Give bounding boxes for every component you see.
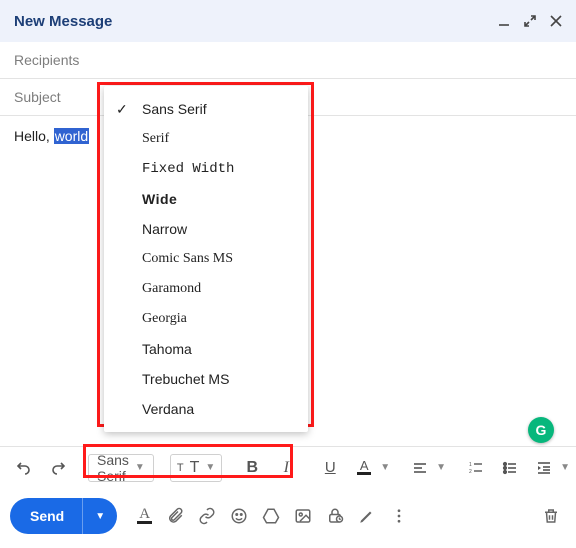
numbered-list-button[interactable]: 12	[462, 454, 490, 482]
font-option-label: Narrow	[142, 221, 187, 237]
font-option-label: Serif	[142, 131, 169, 147]
close-icon[interactable]	[550, 15, 562, 27]
chevron-down-icon: ▼	[205, 462, 215, 473]
font-option-label: Comic Sans MS	[142, 251, 233, 267]
font-option-label: Verdana	[142, 401, 194, 417]
drive-icon[interactable]	[262, 507, 280, 525]
font-option[interactable]: Verdana	[104, 394, 308, 424]
image-icon[interactable]	[294, 507, 312, 525]
pen-icon[interactable]	[358, 507, 376, 525]
compose-header: New Message	[0, 0, 576, 42]
expand-icon[interactable]	[524, 15, 536, 27]
compose-actions: A	[137, 507, 408, 525]
send-toolbar: Send ▼ A	[0, 488, 576, 544]
font-option-label: Wide	[142, 191, 177, 207]
redo-button[interactable]	[44, 454, 72, 482]
font-option[interactable]: Garamond	[104, 274, 308, 304]
send-button-main[interactable]: Send	[10, 498, 82, 534]
body-text: Hello,	[14, 128, 54, 144]
font-option-label: Sans Serif	[142, 101, 207, 117]
size-small-icon: T	[177, 462, 184, 474]
confidential-icon[interactable]	[326, 507, 344, 525]
font-option[interactable]: Wide	[104, 184, 308, 214]
subject-placeholder: Subject	[14, 89, 61, 105]
text-color-button[interactable]: A	[350, 454, 378, 482]
font-option[interactable]: Comic Sans MS	[104, 244, 308, 274]
font-option-label: Trebuchet MS	[142, 371, 229, 387]
indent-button[interactable]	[530, 454, 558, 482]
recipients-field[interactable]: Recipients	[0, 42, 576, 79]
formatting-toolbar: Sans Serif ▼ T T ▼ B I U A ▼ ▼ 12 ▼	[0, 446, 576, 488]
header-actions	[498, 15, 562, 27]
font-option-label: Georgia	[142, 311, 187, 327]
minimize-icon[interactable]	[498, 15, 510, 27]
font-option[interactable]: ✓ Sans Serif	[104, 94, 308, 124]
bold-button[interactable]: B	[238, 454, 266, 482]
check-icon: ✓	[116, 101, 132, 118]
font-option[interactable]: Trebuchet MS	[104, 364, 308, 394]
body-selection: world	[54, 128, 89, 144]
recipients-placeholder: Recipients	[14, 52, 79, 68]
discard-icon[interactable]	[542, 507, 560, 525]
undo-button[interactable]	[10, 454, 38, 482]
compose-title: New Message	[14, 13, 112, 30]
font-option[interactable]: Tahoma	[104, 334, 308, 364]
underline-button[interactable]: U	[316, 454, 344, 482]
send-button[interactable]: Send ▼	[10, 498, 117, 534]
font-option-label: Tahoma	[142, 341, 192, 357]
svg-text:1: 1	[469, 462, 472, 468]
more-icon[interactable]	[390, 507, 408, 525]
font-family-select[interactable]: Sans Serif ▼	[88, 454, 154, 482]
emoji-icon[interactable]	[230, 507, 248, 525]
size-large-icon: T	[190, 459, 200, 477]
italic-button[interactable]: I	[272, 454, 300, 482]
align-button[interactable]	[406, 454, 434, 482]
bulleted-list-button[interactable]	[496, 454, 524, 482]
font-family-menu[interactable]: ✓ Sans Serif Serif Fixed Width Wide Narrow Com…	[104, 86, 308, 432]
font-option[interactable]: Georgia	[104, 304, 308, 334]
font-option[interactable]: Fixed Width	[104, 154, 308, 184]
chevron-down-icon[interactable]: ▼	[380, 462, 390, 473]
chevron-down-icon[interactable]: ▼	[560, 462, 570, 473]
font-option-label: Fixed Width	[142, 161, 234, 177]
svg-text:2: 2	[469, 469, 472, 475]
font-size-select[interactable]: T T ▼	[170, 454, 222, 482]
formatting-toggle-button[interactable]: A	[137, 508, 152, 524]
chevron-down-icon[interactable]: ▼	[436, 462, 446, 473]
grammarly-badge[interactable]: G	[528, 417, 554, 443]
send-more-button[interactable]: ▼	[82, 498, 117, 534]
font-family-label: Sans Serif	[97, 452, 129, 484]
chevron-down-icon: ▼	[135, 462, 145, 473]
attach-icon[interactable]	[166, 507, 184, 525]
link-icon[interactable]	[198, 507, 216, 525]
font-option-label: Garamond	[142, 281, 201, 297]
font-option[interactable]: Narrow	[104, 214, 308, 244]
font-option[interactable]: Serif	[104, 124, 308, 154]
